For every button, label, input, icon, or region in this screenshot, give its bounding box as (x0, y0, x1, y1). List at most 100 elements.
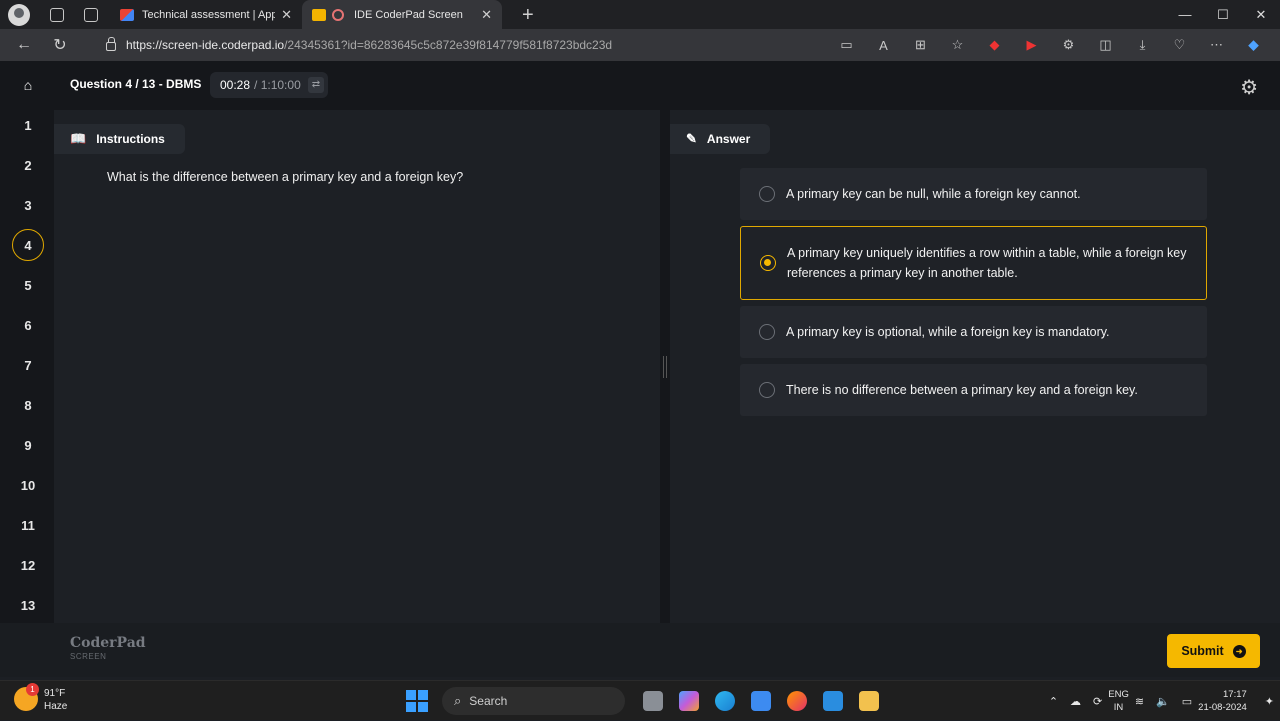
downloads-icon[interactable]: ⤓ (1124, 37, 1161, 53)
camera-icon[interactable]: ▭ (828, 37, 865, 53)
tab-actions-icon[interactable] (84, 7, 98, 22)
microsoft-store-icon[interactable] (743, 686, 779, 716)
submit-label: Submit (1181, 644, 1224, 658)
coderpad-icon (312, 8, 326, 21)
url-field[interactable]: https://screen-ide.coderpad.io/24345361?… (126, 38, 612, 52)
radio-button[interactable] (759, 324, 775, 340)
wifi-icon[interactable]: ≋ (1135, 695, 1144, 708)
system-tray: ⌃ ☁ ⟳ ENG IN ≋ 🔈 ▭ 17:17 21-08-2024 ✦ (1043, 681, 1280, 721)
timer: 00:28 / 1:10:00 ⇄ (210, 72, 328, 98)
question-nav-3[interactable]: 3 (12, 189, 44, 221)
answer-option-4[interactable]: There is no difference between a primary… (740, 364, 1207, 416)
radio-button[interactable] (760, 255, 776, 271)
notifications-icon[interactable]: ✦ (1265, 695, 1274, 708)
panel-resize-handle[interactable] (663, 356, 667, 378)
copilot-icon[interactable]: ◆ (1235, 37, 1272, 53)
ublock-extension-icon[interactable]: ◆ (976, 37, 1013, 53)
question-nav-6[interactable]: 6 (12, 309, 44, 341)
question-nav-7[interactable]: 7 (12, 349, 44, 381)
answer-option-3[interactable]: A primary key is optional, while a forei… (740, 306, 1207, 358)
browser-tab-coderpad[interactable]: IDE CoderPad Screen ✕ (302, 0, 502, 29)
maximize-icon[interactable]: ☐ (1204, 0, 1242, 29)
extensions-icon[interactable]: ⚙ (1050, 37, 1087, 53)
edge-browser-icon[interactable] (707, 686, 743, 716)
question-nav-1[interactable]: 1 (12, 109, 44, 141)
volume-icon[interactable]: 🔈 (1156, 695, 1170, 708)
task-view-icon[interactable] (635, 686, 671, 716)
question-nav-10[interactable]: 10 (12, 469, 44, 501)
answer-option-1[interactable]: A primary key can be null, while a forei… (740, 168, 1207, 220)
settings-gear-icon[interactable]: ⚙ (1240, 75, 1258, 100)
taskbar-apps: ⌕ Search (406, 686, 887, 716)
pencil-icon: ✎ (686, 131, 697, 146)
weather-widget[interactable]: 1 91°F Haze (14, 683, 67, 713)
radio-button[interactable] (759, 186, 775, 202)
onedrive-cloud-icon[interactable]: ☁ (1070, 695, 1081, 708)
question-nav-8[interactable]: 8 (12, 389, 44, 421)
youtube-extension-icon[interactable]: ▶ (1013, 37, 1050, 53)
weather-icon: 1 (14, 683, 39, 711)
app-available-icon[interactable]: ⊞ (902, 37, 939, 53)
app-footer: CoderPad SCREEN Submit ➜ (0, 623, 1280, 677)
instructions-panel: 📖 Instructions What is the difference be… (54, 110, 660, 623)
close-window-icon[interactable]: ✕ (1242, 0, 1280, 29)
browser-tab-bar: Technical assessment | Apple Ind ✕ IDE C… (0, 0, 1280, 29)
question-nav-12[interactable]: 12 (12, 549, 44, 581)
answer-panel: ✎ Answer A primary key can be null, whil… (670, 110, 1280, 623)
close-tab-icon[interactable]: ✕ (281, 7, 292, 23)
question-nav-13[interactable]: 13 (12, 589, 44, 621)
question-nav-2[interactable]: 2 (12, 149, 44, 181)
profile-avatar-icon[interactable] (8, 3, 30, 26)
question-nav-5[interactable]: 5 (12, 269, 44, 301)
copilot-app-icon[interactable] (671, 686, 707, 716)
question-nav-9[interactable]: 9 (12, 429, 44, 461)
instructions-tab: 📖 Instructions (54, 124, 185, 154)
refresh-icon[interactable]: ↻ (42, 35, 78, 55)
lock-icon[interactable] (106, 36, 116, 51)
read-aloud-icon[interactable]: A (865, 38, 902, 53)
search-icon: ⌕ (454, 693, 462, 708)
url-host: https://screen-ide.coderpad.io (126, 38, 285, 52)
new-tab-icon[interactable]: + (522, 5, 534, 25)
radio-button[interactable] (759, 382, 775, 398)
file-explorer-icon[interactable] (851, 686, 887, 716)
timer-elapsed: 00:28 (220, 78, 251, 92)
question-header: Question 4 / 13 - DBMS 00:28 / 1:10:00 ⇄… (54, 61, 1280, 109)
battery-icon[interactable]: ▭ (1182, 695, 1192, 708)
instructions-label: Instructions (96, 132, 165, 146)
arrow-right-icon: ➜ (1232, 644, 1246, 658)
question-title: Question 4 / 13 - DBMS (70, 77, 202, 91)
language-bottom: IN (1113, 702, 1124, 713)
start-windows-icon[interactable] (406, 690, 428, 712)
browser-essentials-icon[interactable]: ♡ (1161, 37, 1198, 53)
chevron-up-icon[interactable]: ⌃ (1049, 695, 1058, 708)
answer-tab: ✎ Answer (670, 124, 771, 154)
close-tab-icon[interactable]: ✕ (481, 7, 492, 23)
workspaces-icon[interactable] (50, 7, 64, 22)
firefox-icon[interactable] (779, 686, 815, 716)
taskbar-search[interactable]: ⌕ Search (442, 687, 625, 715)
tab-label: Technical assessment | Apple Ind (142, 8, 276, 21)
clock[interactable]: 17:17 21-08-2024 (1198, 688, 1247, 714)
minimize-icon[interactable]: — (1166, 0, 1204, 29)
language-top: ENG (1108, 689, 1129, 700)
back-icon[interactable]: ← (6, 36, 42, 54)
question-nav-rail: ⌂ 1 2 3 4 5 6 7 8 9 10 11 12 13 (0, 61, 54, 677)
favorite-star-icon[interactable]: ☆ (939, 37, 976, 53)
answer-option-2[interactable]: A primary key uniquely identifies a row … (740, 226, 1207, 300)
question-nav-11[interactable]: 11 (12, 509, 44, 541)
swap-icon[interactable]: ⇄ (308, 77, 324, 93)
vscode-icon[interactable] (815, 686, 851, 716)
option-label: A primary key is optional, while a forei… (786, 325, 1110, 339)
split-screen-icon[interactable]: ◫ (1087, 37, 1124, 53)
address-bar: ← ↻ https://screen-ide.coderpad.io/24345… (0, 29, 1280, 61)
question-text: What is the difference between a primary… (107, 170, 464, 184)
browser-tab-gmail[interactable]: Technical assessment | Apple Ind ✕ (110, 0, 302, 29)
tab-label: IDE CoderPad Screen (354, 8, 463, 21)
sync-icon[interactable]: ⟳ (1093, 695, 1102, 708)
more-options-icon[interactable]: ⋯ (1198, 37, 1235, 53)
home-icon[interactable]: ⌂ (14, 73, 42, 97)
submit-button[interactable]: Submit ➜ (1167, 634, 1260, 668)
language-indicator[interactable]: ENG IN (1108, 688, 1129, 714)
question-nav-4[interactable]: 4 (12, 229, 44, 261)
